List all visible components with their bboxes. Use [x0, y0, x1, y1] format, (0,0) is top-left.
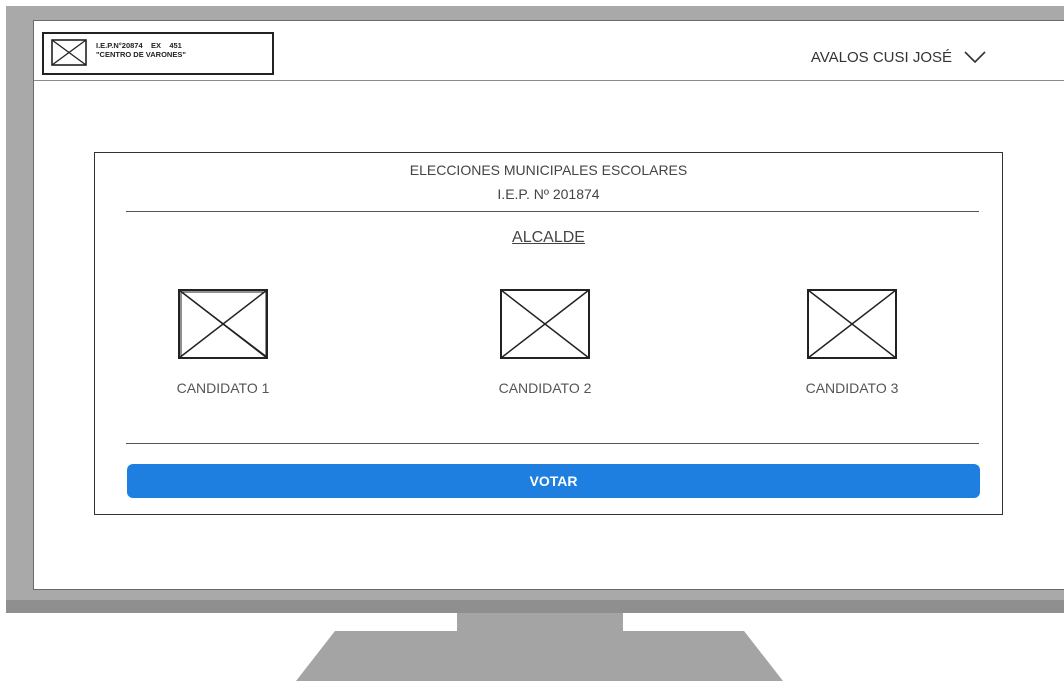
chevron-down-icon[interactable]	[964, 51, 986, 63]
logo-placeholder-icon	[51, 39, 87, 66]
candidate-label: CANDIDATO 2	[498, 380, 592, 396]
monitor-stand-neck	[457, 613, 623, 631]
office-heading: ALCALDE	[512, 229, 585, 246]
monitor-screen: I.E.P.N°20874 EX 451 "CENTRO DE VARONES"…	[33, 20, 1064, 590]
school-logo: I.E.P.N°20874 EX 451 "CENTRO DE VARONES"	[42, 32, 274, 75]
candidate-label: CANDIDATO 1	[176, 380, 270, 396]
school-name-line2: "CENTRO DE VARONES"	[96, 50, 186, 59]
candidate-label: CANDIDATO 3	[805, 380, 899, 396]
candidate-option-2[interactable]: CANDIDATO 2	[465, 288, 625, 396]
school-name-line1: I.E.P.N°20874 EX 451	[96, 41, 182, 50]
ballot-title: ELECCIONES MUNICIPALES ESCOLARES	[409, 162, 688, 178]
monitor-stand-base	[296, 631, 783, 681]
image-placeholder-icon	[178, 289, 268, 359]
divider	[126, 211, 979, 212]
user-menu[interactable]: AVALOS CUSI JOSÉ	[811, 47, 986, 67]
ballot-panel: ELECCIONES MUNICIPALES ESCOLARES I.E.P. …	[94, 152, 1003, 515]
school-name: I.E.P.N°20874 EX 451 "CENTRO DE VARONES"	[96, 41, 186, 59]
candidate-option-3[interactable]: CANDIDATO 3	[772, 288, 932, 396]
ballot-subtitle: I.E.P. Nº 201874	[497, 186, 600, 202]
image-placeholder-icon	[500, 289, 590, 359]
monitor-bezel-lip	[6, 600, 1064, 613]
divider	[126, 443, 979, 444]
vote-button[interactable]: VOTAR	[127, 464, 980, 498]
user-name: AVALOS CUSI JOSÉ	[810, 48, 952, 66]
image-placeholder-icon	[807, 289, 897, 359]
app-header: I.E.P.N°20874 EX 451 "CENTRO DE VARONES"…	[34, 21, 1064, 81]
candidate-option-1[interactable]: CANDIDATO 1	[143, 288, 303, 396]
